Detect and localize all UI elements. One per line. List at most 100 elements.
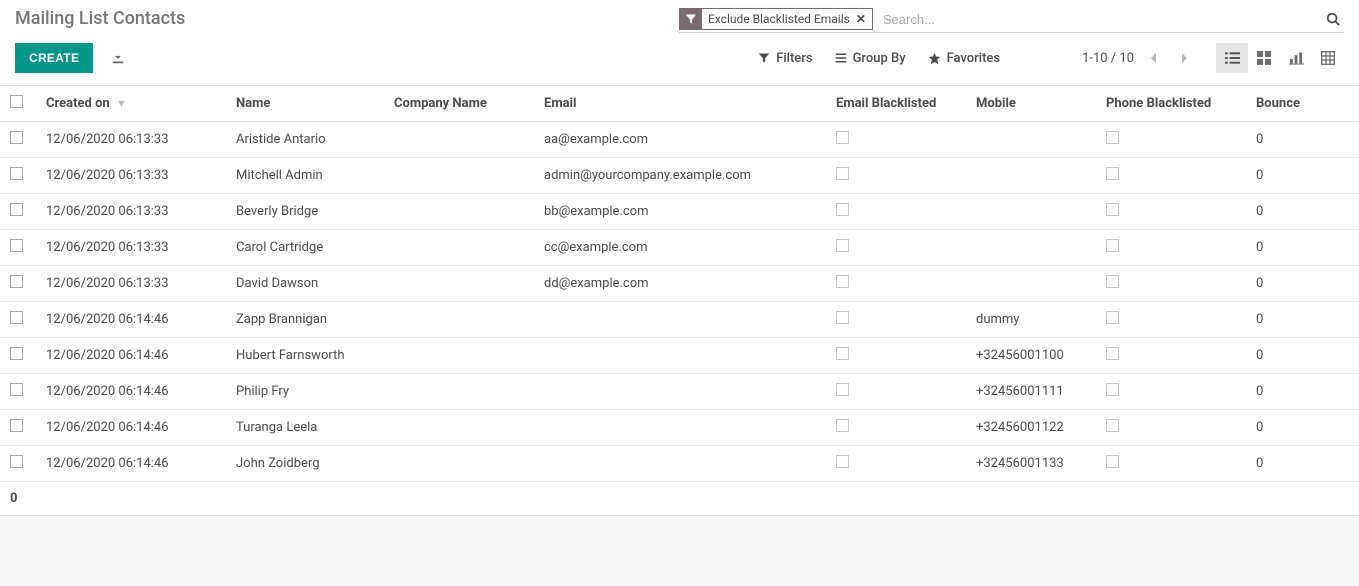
cell-mobile <box>966 122 1096 158</box>
favorites-button[interactable]: Favorites <box>928 51 1000 66</box>
col-header-created-on[interactable]: Created on ▼ <box>36 86 226 122</box>
group-by-button[interactable]: Group By <box>835 51 906 66</box>
phone-blacklisted-checkbox <box>1106 131 1119 144</box>
table-row[interactable]: 12/06/2020 06:13:33Mitchell Adminadmin@y… <box>0 158 1359 194</box>
email-blacklisted-checkbox <box>836 311 849 324</box>
view-switcher <box>1216 43 1344 73</box>
cell-bounce: 0 <box>1246 230 1359 266</box>
pager-text[interactable]: 1-10 / 10 <box>1082 51 1134 66</box>
cell-email: cc@example.com <box>534 230 826 266</box>
view-graph-button[interactable] <box>1280 43 1312 73</box>
cell-email <box>534 302 826 338</box>
cell-email-blacklisted <box>826 266 966 302</box>
email-blacklisted-checkbox <box>836 167 849 180</box>
cell-bounce: 0 <box>1246 374 1359 410</box>
view-pivot-button[interactable] <box>1312 43 1344 73</box>
col-header-mobile[interactable]: Mobile <box>966 86 1096 122</box>
cell-phone-blacklisted <box>1096 302 1246 338</box>
col-header-phone-blacklisted[interactable]: Phone Blacklisted <box>1096 86 1246 122</box>
table-row[interactable]: 12/06/2020 06:14:46Philip Fry+3245600111… <box>0 374 1359 410</box>
star-icon <box>928 52 941 65</box>
row-checkbox[interactable] <box>10 203 23 216</box>
col-header-bounce[interactable]: Bounce <box>1246 86 1359 122</box>
import-button[interactable] <box>111 51 125 65</box>
table-row[interactable]: 12/06/2020 06:14:46John Zoidberg +3245600… <box>0 446 1359 482</box>
row-checkbox[interactable] <box>10 239 23 252</box>
table-row[interactable]: 12/06/2020 06:13:33David Dawsondd@exampl… <box>0 266 1359 302</box>
cell-phone-blacklisted <box>1096 410 1246 446</box>
funnel-icon <box>758 52 770 64</box>
search-bar[interactable]: Exclude Blacklisted Emails ✕ <box>679 8 1344 33</box>
cell-bounce: 0 <box>1246 266 1359 302</box>
table-row[interactable]: 12/06/2020 06:13:33Beverly Bridgebb@exam… <box>0 194 1359 230</box>
cell-bounce: 0 <box>1246 194 1359 230</box>
view-list-button[interactable] <box>1216 43 1248 73</box>
cell-bounce: 0 <box>1246 158 1359 194</box>
search-input[interactable] <box>879 10 1322 29</box>
phone-blacklisted-checkbox <box>1106 311 1119 324</box>
cell-email: admin@yourcompany.example.com <box>534 158 826 194</box>
email-blacklisted-checkbox <box>836 383 849 396</box>
row-checkbox[interactable] <box>10 383 23 396</box>
cell-name: Carol Cartridge <box>226 230 384 266</box>
filters-label: Filters <box>776 51 812 66</box>
row-checkbox[interactable] <box>10 347 23 360</box>
col-header-company-name[interactable]: Company Name <box>384 86 534 122</box>
row-checkbox[interactable] <box>10 419 23 432</box>
email-blacklisted-checkbox <box>836 131 849 144</box>
phone-blacklisted-checkbox <box>1106 167 1119 180</box>
cell-name: Turanga Leela <box>226 410 384 446</box>
col-header-email-blacklisted[interactable]: Email Blacklisted <box>826 86 966 122</box>
cell-created-on: 12/06/2020 06:14:46 <box>36 302 226 338</box>
row-checkbox[interactable] <box>10 311 23 324</box>
table-row[interactable]: 12/06/2020 06:14:46Hubert Farnsworth+324… <box>0 338 1359 374</box>
cell-company-name <box>384 410 534 446</box>
phone-blacklisted-checkbox <box>1106 383 1119 396</box>
cell-created-on: 12/06/2020 06:14:46 <box>36 410 226 446</box>
sort-desc-icon: ▼ <box>116 97 127 110</box>
cell-bounce: 0 <box>1246 302 1359 338</box>
create-button[interactable]: CREATE <box>15 43 93 73</box>
col-header-created-on-label: Created on <box>46 96 110 111</box>
select-all-checkbox[interactable] <box>10 95 23 108</box>
cell-email-blacklisted <box>826 122 966 158</box>
cell-email: bb@example.com <box>534 194 826 230</box>
search-facet-remove[interactable]: ✕ <box>856 12 872 26</box>
row-checkbox[interactable] <box>10 455 23 468</box>
cell-created-on: 12/06/2020 06:13:33 <box>36 194 226 230</box>
cell-name: Hubert Farnsworth <box>226 338 384 374</box>
cell-mobile <box>966 158 1096 194</box>
phone-blacklisted-checkbox <box>1106 347 1119 360</box>
row-checkbox[interactable] <box>10 131 23 144</box>
row-checkbox[interactable] <box>10 167 23 180</box>
cell-email <box>534 338 826 374</box>
cell-name: Aristide Antario <box>226 122 384 158</box>
col-header-name[interactable]: Name <box>226 86 384 122</box>
table-row[interactable]: 12/06/2020 06:13:33Carol Cartridgecc@exa… <box>0 230 1359 266</box>
table-row[interactable]: 12/06/2020 06:14:46Zapp Brannigandummy0 <box>0 302 1359 338</box>
cell-created-on: 12/06/2020 06:14:46 <box>36 374 226 410</box>
pager-next[interactable] <box>1174 48 1194 68</box>
cell-company-name <box>384 122 534 158</box>
view-kanban-button[interactable] <box>1248 43 1280 73</box>
cell-bounce: 0 <box>1246 446 1359 482</box>
cell-created-on: 12/06/2020 06:14:46 <box>36 446 226 482</box>
col-header-email[interactable]: Email <box>534 86 826 122</box>
cell-mobile: +32456001133 <box>966 446 1096 482</box>
cell-name: John Zoidberg <box>226 446 384 482</box>
email-blacklisted-checkbox <box>836 347 849 360</box>
phone-blacklisted-checkbox <box>1106 275 1119 288</box>
pager-prev[interactable] <box>1144 48 1164 68</box>
search-facet-label: Exclude Blacklisted Emails <box>702 12 856 26</box>
row-checkbox[interactable] <box>10 275 23 288</box>
filters-button[interactable]: Filters <box>758 51 812 66</box>
email-blacklisted-checkbox <box>836 455 849 468</box>
table-row[interactable]: 12/06/2020 06:13:33Aristide Antarioaa@ex… <box>0 122 1359 158</box>
cell-mobile: dummy <box>966 302 1096 338</box>
cell-email-blacklisted <box>826 302 966 338</box>
search-icon[interactable] <box>1322 12 1344 26</box>
table-row[interactable]: 12/06/2020 06:14:46Turanga Leela+3245600… <box>0 410 1359 446</box>
cell-company-name <box>384 374 534 410</box>
cell-bounce: 0 <box>1246 122 1359 158</box>
cell-phone-blacklisted <box>1096 374 1246 410</box>
